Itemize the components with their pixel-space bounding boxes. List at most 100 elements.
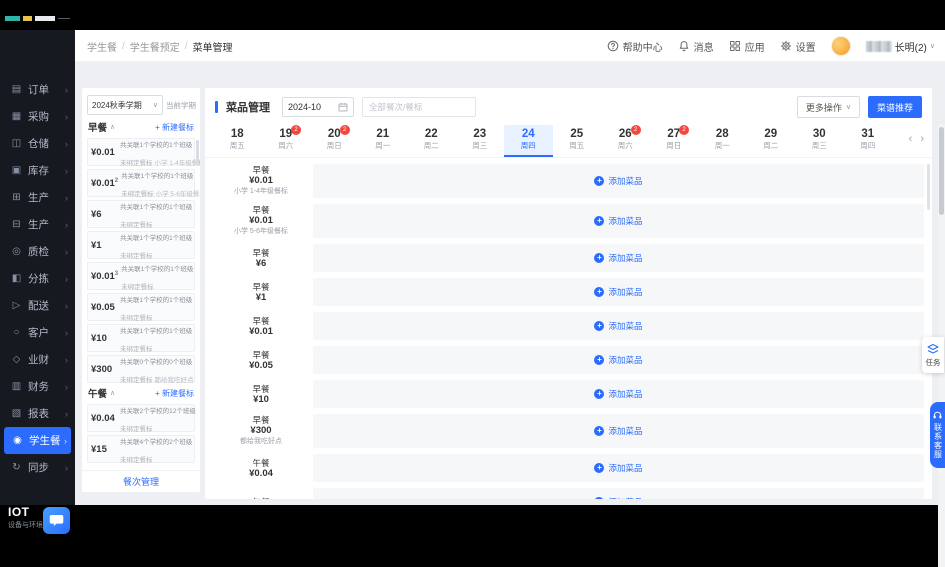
meal-row: 早餐 ¥6 + 添加菜品	[209, 244, 924, 272]
date-cell[interactable]: 18 周五	[213, 125, 262, 157]
orders-icon: ▤	[11, 84, 22, 95]
date-cell[interactable]: 28 周一	[698, 125, 747, 157]
date-cell[interactable]: 31 周四	[844, 125, 893, 157]
semester-select[interactable]: 2024秋季学期 ∨	[87, 95, 163, 115]
logo-dash-teal	[5, 16, 20, 21]
date-cell[interactable]: 2 27 周日	[650, 125, 699, 157]
plus-icon: +	[594, 355, 605, 365]
user-menu[interactable]: 长明(2) ∨	[865, 39, 935, 54]
list-scrollbar[interactable]	[196, 140, 199, 166]
collapse-icon[interactable]: ∧	[110, 123, 115, 131]
new-meal-standard-button[interactable]: + 新建餐标	[155, 388, 194, 399]
meal-times-management-link[interactable]: 餐次管理	[82, 470, 200, 492]
add-dish-button[interactable]: +添加菜品	[594, 354, 643, 366]
inventory-icon: ▣	[11, 165, 22, 176]
meal-standard-card[interactable]: ¥10 共关联1个学校的1个班级未绑定餐标	[87, 324, 195, 353]
prev-dates-button[interactable]: ‹	[909, 133, 913, 145]
sidebar-item-orders[interactable]: ▤ 订单 ›	[0, 76, 75, 103]
date-badge: 2	[291, 125, 301, 135]
add-dish-button[interactable]: +添加菜品	[594, 462, 643, 474]
scrollbar-thumb[interactable]	[939, 127, 944, 215]
meal-row: 早餐 ¥300 都给我吃好点 + 添加菜品	[209, 414, 924, 448]
meal-standard-card[interactable]: ¥6 共关联1个学校的1个班级未绑定餐标	[87, 200, 195, 229]
date-cell[interactable]: 2 20 周日	[310, 125, 359, 157]
more-actions-button[interactable]: 更多操作 ∨	[796, 96, 860, 118]
sidebar-item-customers[interactable]: ○ 客户 ›	[0, 319, 75, 346]
add-dish-button[interactable]: +添加菜品	[594, 388, 643, 400]
business-finance-icon: ◇	[12, 354, 21, 365]
breadcrumb-separator: /	[184, 40, 188, 52]
sidebar-item-sorting[interactable]: ◧ 分拣 ›	[0, 265, 75, 292]
chevron-right-icon: ›	[65, 273, 68, 284]
help-icon	[607, 40, 618, 52]
dish-slot: +添加菜品	[313, 244, 924, 272]
sidebar-item-student-meals[interactable]: ◉ 学生餐 ›	[4, 427, 71, 454]
warehouse-icon: ◫	[11, 138, 22, 149]
meal-standard-card[interactable]: ¥0.04 共关联2个学校的12个班级未绑定餐标	[87, 404, 196, 433]
meal-standard-card[interactable]: ¥1 共关联1个学校的1个班级未绑定餐标	[87, 231, 195, 260]
add-dish-button[interactable]: +添加菜品	[594, 320, 643, 332]
breadcrumb-item-meal-booking[interactable]: 学生餐预定	[130, 39, 180, 54]
breakfast-section-header: 早餐 ∧ + 新建餐标	[88, 120, 194, 135]
sidebar-item-quality[interactable]: ◎ 质检 ›	[0, 238, 75, 265]
date-strip: 18 周五 2 19 周六 2 20 周日 21 周一 22 周二 23 周三 24 周四 25 周…	[205, 123, 932, 158]
date-cell[interactable]: 30 周三	[795, 125, 844, 157]
iot-chat-button[interactable]	[43, 507, 70, 534]
messages-link[interactable]: 消息	[678, 39, 714, 54]
topbar: 学生餐 / 学生餐预定 / 菜单管理 帮助中心 消息 应用 设置 长明(2) ∨	[75, 30, 945, 62]
date-badge: 2	[630, 125, 641, 135]
production-icon: ⊟	[12, 219, 21, 230]
date-cell-selected[interactable]: 24 周四	[504, 125, 553, 157]
panel-scrollbar[interactable]	[927, 164, 930, 210]
breadcrumb-item-student-meal[interactable]: 学生餐	[87, 39, 117, 54]
sidebar-item-finance[interactable]: ▥ 财务 ›	[0, 373, 75, 400]
plus-icon: +	[594, 216, 605, 226]
apps-link[interactable]: 应用	[729, 39, 765, 54]
add-dish-button[interactable]: +添加菜品	[594, 496, 643, 499]
plus-icon: +	[594, 253, 605, 263]
meal-standard-card[interactable]: ¥0.013 共关联1个学校的1个班级未绑定餐标	[87, 262, 195, 291]
sidebar-item-purchasing[interactable]: ▦ 采购 ›	[0, 103, 75, 130]
dish-slot: +添加菜品	[313, 488, 924, 499]
task-widget-button[interactable]: 任务	[922, 337, 944, 373]
meal-standard-card[interactable]: ¥0.012 共关联1个学校的1个班级未绑定餐标小学 5-6年级餐标	[87, 169, 200, 198]
add-dish-button[interactable]: +添加菜品	[594, 252, 643, 264]
collapse-icon[interactable]: ∧	[110, 389, 115, 397]
meal-filter-input[interactable]	[362, 97, 476, 117]
sidebar-item-delivery[interactable]: ▷ 配送 ›	[0, 292, 75, 319]
meal-standard-card[interactable]: ¥15 共关联4个学校的2个班级未绑定餐标	[87, 435, 195, 464]
sorting-icon: ◧	[11, 273, 22, 284]
next-dates-button[interactable]: ›	[920, 133, 924, 145]
sidebar-item-inventory[interactable]: ▣ 库存 ›	[0, 157, 75, 184]
chevron-right-icon: ›	[65, 165, 68, 176]
meal-standard-card[interactable]: ¥0.05 共关联1个学校的1个班级未绑定餐标	[87, 293, 195, 322]
settings-link[interactable]: 设置	[780, 39, 816, 54]
date-cell[interactable]: 25 周五	[553, 125, 602, 157]
date-cell[interactable]: 22 周二	[407, 125, 456, 157]
date-cell[interactable]: 2 19 周六	[262, 125, 311, 157]
headset-icon	[933, 411, 942, 419]
contact-support-button[interactable]: 联系客服	[930, 402, 945, 468]
meal-standard-card[interactable]: ¥300 共关联0个学校的0个班级未绑定餐标 都给我吃好点	[87, 355, 195, 384]
sidebar-item-business-finance[interactable]: ◇ 业财 ›	[0, 346, 75, 373]
add-dish-button[interactable]: +添加菜品	[594, 175, 643, 187]
date-cell[interactable]: 23 周三	[456, 125, 505, 157]
add-dish-button[interactable]: +添加菜品	[594, 215, 643, 227]
add-dish-button[interactable]: +添加菜品	[594, 425, 643, 437]
sidebar-item-warehouse[interactable]: ◫ 仓储 ›	[0, 130, 75, 157]
sidebar-item-production-1[interactable]: ⊞ 生产 ›	[0, 184, 75, 211]
new-meal-standard-button[interactable]: + 新建餐标	[155, 122, 194, 133]
avatar[interactable]	[830, 36, 851, 56]
date-cell[interactable]: 21 周一	[359, 125, 408, 157]
meal-standard-card[interactable]: ¥0.01 共关联1个学校的1个班级未绑定餐标 小学 1-4年级餐标	[87, 138, 200, 167]
chevron-right-icon: ›	[65, 192, 68, 203]
help-center-link[interactable]: 帮助中心	[607, 39, 663, 54]
sidebar-item-sync[interactable]: ↻ 同步 ›	[0, 454, 75, 481]
sidebar-item-production-2[interactable]: ⊟ 生产 ›	[0, 211, 75, 238]
date-cell[interactable]: 29 周二	[747, 125, 796, 157]
sidebar-item-reports[interactable]: ▧ 报表 ›	[0, 400, 75, 427]
date-cell[interactable]: 2 26 周六	[601, 125, 650, 157]
add-dish-button[interactable]: +添加菜品	[594, 286, 643, 298]
month-picker[interactable]: 2024-10	[282, 97, 354, 117]
recipe-recommend-button[interactable]: 菜谱推荐	[867, 96, 922, 118]
